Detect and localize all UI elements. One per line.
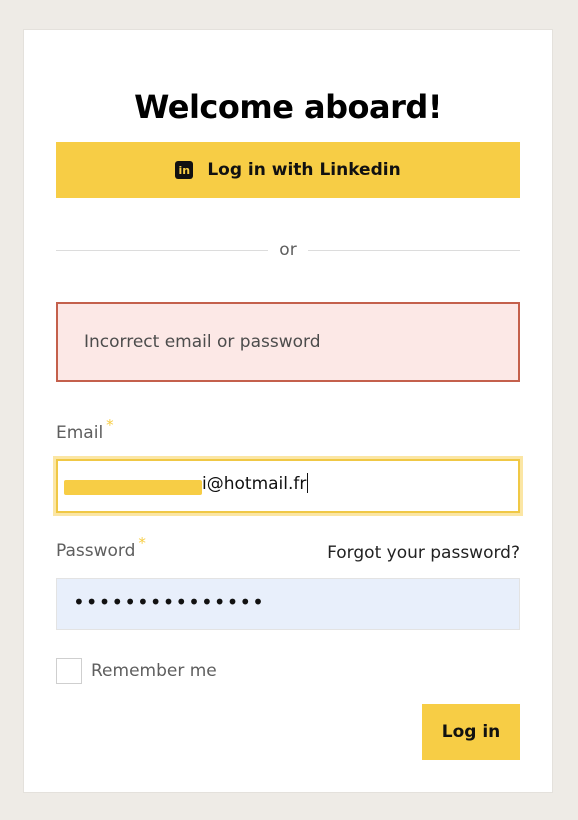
password-value: ••••••••••••••• — [73, 590, 265, 614]
redaction-mark — [64, 480, 202, 495]
linkedin-icon: in — [175, 161, 194, 179]
or-divider: or — [56, 240, 520, 260]
email-required-mark: * — [106, 416, 114, 434]
email-value-text: i@hotmail.fr — [202, 474, 307, 494]
linkedin-login-button[interactable]: in Log in with Linkedin — [56, 142, 520, 198]
remember-me: Remember me — [56, 658, 217, 684]
linkedin-login-label: Log in with Linkedin — [207, 160, 401, 180]
forgot-password-link[interactable]: Forgot your password? — [327, 543, 520, 563]
email-value: i@hotmail.fr — [202, 473, 309, 494]
email-label: Email * — [56, 416, 114, 443]
text-caret — [307, 473, 309, 493]
password-required-mark: * — [138, 534, 146, 552]
login-button[interactable]: Log in — [422, 704, 520, 760]
email-label-text: Email — [56, 423, 104, 443]
password-label-text: Password — [56, 541, 136, 561]
password-label: Password * — [56, 534, 146, 561]
login-card: Welcome aboard! in Log in with Linkedin … — [24, 30, 552, 792]
remember-me-label[interactable]: Remember me — [91, 661, 217, 681]
error-message: Incorrect email or password — [84, 332, 321, 352]
error-alert: Incorrect email or password — [56, 302, 520, 382]
page-title: Welcome aboard! — [134, 88, 442, 126]
divider-line-right — [308, 250, 520, 251]
email-field[interactable]: i@hotmail.fr — [56, 459, 520, 513]
remember-me-checkbox[interactable] — [56, 658, 82, 684]
password-field[interactable]: ••••••••••••••• — [56, 578, 520, 630]
